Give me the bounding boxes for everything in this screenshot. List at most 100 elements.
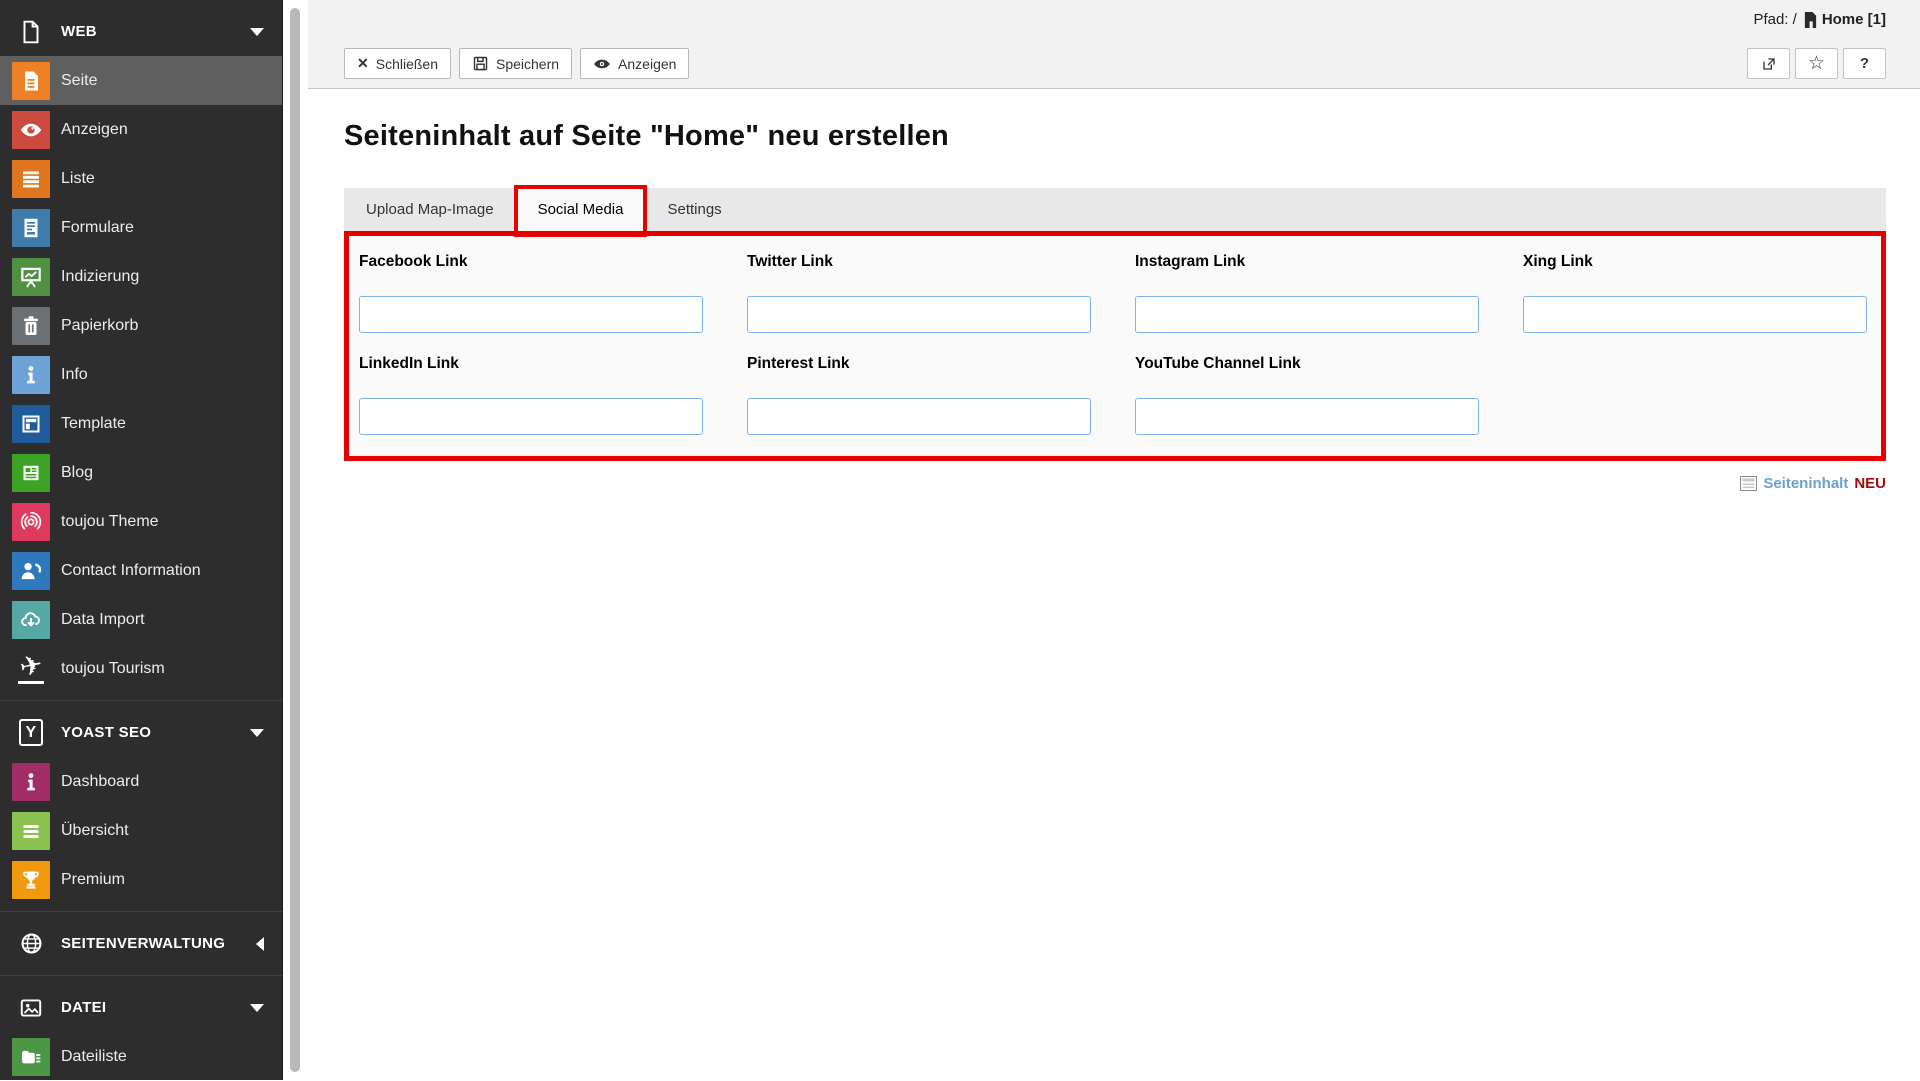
open-new-window-icon <box>1761 56 1777 72</box>
sidebar-scrollbar-track <box>284 0 308 1080</box>
new-record-badge: NEU <box>1854 475 1886 492</box>
sidebar-item-data-import[interactable]: Data Import <box>0 595 282 644</box>
sidebar-item-label: toujou Tourism <box>61 660 165 678</box>
close-button-label: Schließen <box>376 56 438 72</box>
field-linkedin-link: LinkedIn Link <box>359 355 705 435</box>
sidebar-item-premium[interactable]: Premium <box>0 855 282 904</box>
sidebar-item-label: Liste <box>61 170 95 188</box>
chevron-down-icon <box>250 28 264 36</box>
social-media-field-grid: Facebook Link Twitter Link Instagram Lin… <box>359 253 1876 435</box>
sidebar-item-seite[interactable]: Seite <box>0 56 282 105</box>
tab-label: Settings <box>667 201 721 218</box>
path-page-link[interactable]: Home [1] <box>1803 11 1886 28</box>
main-area: Pfad: / Home [1] ✕ Schließen Speichern <box>308 0 1920 1080</box>
path-page-label: Home [1] <box>1822 11 1886 28</box>
sidebar-item-label: Dateiliste <box>61 1048 127 1066</box>
linkedin-link-input[interactable] <box>359 398 703 435</box>
sidebar-item-contact-information[interactable]: Contact Information <box>0 546 282 595</box>
field-label: Facebook Link <box>359 253 705 271</box>
sidebar-section-datei[interactable]: DATEI <box>0 983 282 1032</box>
airplane-icon: ✈ <box>12 650 50 688</box>
eye-icon <box>593 57 611 71</box>
bookmark-button[interactable]: ☆ <box>1795 48 1838 79</box>
sidebar-item-dashboard[interactable]: Dashboard <box>0 757 282 806</box>
sidebar-item-liste[interactable]: Liste <box>0 154 282 203</box>
sidebar-item-info[interactable]: Info <box>0 350 282 399</box>
page-title: Seiteninhalt auf Seite "Home" neu erstel… <box>344 120 1886 153</box>
open-new-window-button[interactable] <box>1747 48 1790 79</box>
sidebar-item-label: Contact Information <box>61 562 201 580</box>
field-label: LinkedIn Link <box>359 355 705 373</box>
record-footer: Seiteninhalt NEU <box>344 475 1886 492</box>
path-label: Pfad: / <box>1753 11 1796 28</box>
field-pinterest-link: Pinterest Link <box>747 355 1093 435</box>
pinterest-link-input[interactable] <box>747 398 1091 435</box>
docheader-buttons: ✕ Schließen Speichern Anzeigen <box>344 48 689 79</box>
facebook-link-input[interactable] <box>359 296 703 333</box>
tab-settings[interactable]: Settings <box>645 188 743 231</box>
chevron-left-icon <box>256 937 264 951</box>
sidebar-item-label: Blog <box>61 464 93 482</box>
menu-bars-icon <box>12 812 50 850</box>
sidebar-item-dateiliste[interactable]: Dateiliste <box>0 1032 282 1081</box>
page-icon <box>12 62 50 100</box>
field-label: Twitter Link <box>747 253 1093 271</box>
tab-content-panel: Facebook Link Twitter Link Instagram Lin… <box>344 231 1886 461</box>
sidebar-item-blog[interactable]: Blog <box>0 448 282 497</box>
floppy-disk-icon <box>472 55 489 72</box>
tab-social-media[interactable]: Social Media <box>516 188 646 231</box>
content-element-icon <box>1740 476 1757 491</box>
tab-label: Social Media <box>538 201 624 218</box>
help-button[interactable]: ? <box>1843 48 1886 79</box>
youtube-channel-link-input[interactable] <box>1135 398 1479 435</box>
fingerprint-icon <box>12 503 50 541</box>
info-icon <box>12 763 50 801</box>
sidebar-section-seitenverwaltung[interactable]: SEITENVERWALTUNG <box>0 919 282 968</box>
view-button-label: Anzeigen <box>618 56 676 72</box>
question-mark-icon: ? <box>1860 55 1869 72</box>
star-icon: ☆ <box>1808 52 1825 75</box>
sidebar-section-yoast-seo[interactable]: Y YOAST SEO <box>0 708 282 757</box>
sidebar-item-papierkorb[interactable]: Papierkorb <box>0 301 282 350</box>
field-xing-link: Xing Link <box>1523 253 1869 333</box>
save-button[interactable]: Speichern <box>459 48 572 79</box>
tab-label: Upload Map-Image <box>366 201 494 218</box>
field-label: Xing Link <box>1523 253 1869 271</box>
field-label: Instagram Link <box>1135 253 1481 271</box>
field-label: Pinterest Link <box>747 355 1093 373</box>
cloud-download-icon <box>12 601 50 639</box>
chart-board-icon <box>12 258 50 296</box>
chevron-down-icon <box>250 729 264 737</box>
sidebar-item-toujou-theme[interactable]: toujou Theme <box>0 497 282 546</box>
sidebar-item-formulare[interactable]: Formulare <box>0 203 282 252</box>
sidebar-section-web[interactable]: WEB <box>0 7 282 56</box>
sidebar-item-label: Papierkorb <box>61 317 138 335</box>
sidebar-item-toujou-tourism[interactable]: ✈ toujou Tourism <box>0 644 282 693</box>
sidebar-item-label: Data Import <box>61 611 145 629</box>
form-icon <box>12 209 50 247</box>
sidebar-divider <box>0 911 282 912</box>
sidebar-item-uebersicht[interactable]: Übersicht <box>0 806 282 855</box>
chevron-down-icon <box>250 1004 264 1012</box>
close-button[interactable]: ✕ Schließen <box>344 48 451 79</box>
sidebar-item-indizierung[interactable]: Indizierung <box>0 252 282 301</box>
page-glyph-icon <box>1803 11 1818 28</box>
trophy-icon <box>12 861 50 899</box>
sidebar-item-anzeigen[interactable]: Anzeigen <box>0 105 282 154</box>
section-label: YOAST SEO <box>61 724 151 741</box>
image-icon <box>12 995 50 1021</box>
xing-link-input[interactable] <box>1523 296 1867 333</box>
instagram-link-input[interactable] <box>1135 296 1479 333</box>
contact-phone-icon <box>12 552 50 590</box>
tab-upload-map-image[interactable]: Upload Map-Image <box>344 188 516 231</box>
section-label: SEITENVERWALTUNG <box>61 935 225 952</box>
twitter-link-input[interactable] <box>747 296 1091 333</box>
sidebar-item-label: Dashboard <box>61 773 139 791</box>
section-label: WEB <box>61 23 97 40</box>
trash-icon <box>12 307 50 345</box>
sidebar-scrollbar-thumb[interactable] <box>290 8 300 1072</box>
view-button[interactable]: Anzeigen <box>580 48 689 79</box>
sidebar-item-template[interactable]: Template <box>0 399 282 448</box>
close-icon: ✕ <box>357 55 369 72</box>
template-icon <box>12 405 50 443</box>
